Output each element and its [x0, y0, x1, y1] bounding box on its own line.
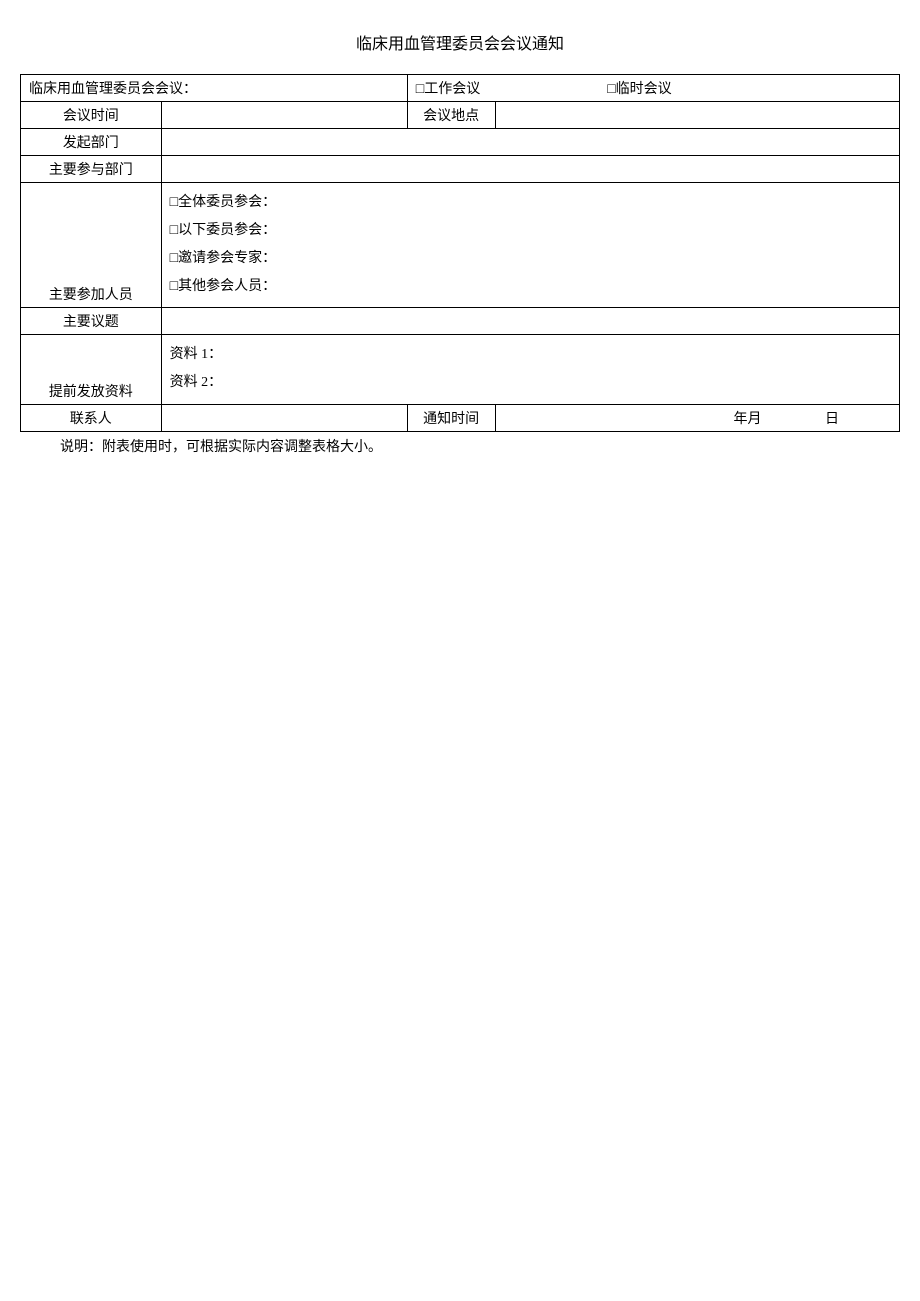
contact-label: 联系人 [21, 405, 162, 432]
main-topics-label: 主要议题 [21, 308, 162, 335]
work-meeting-checkbox: □工作会议 [416, 82, 480, 97]
meeting-type-cell: □工作会议 □临时会议 [407, 75, 899, 102]
meeting-time-value [161, 102, 407, 129]
table-row: 发起部门 [21, 129, 900, 156]
footer-note: 说明：附表使用时，可根据实际内容调整表格大小。 [20, 436, 900, 456]
notice-time-value: 年月 日 [495, 405, 899, 432]
all-members-checkbox: □全体委员参会： [170, 189, 891, 217]
participants-options: □全体委员参会： □以下委员参会： □邀请参会专家： □其他参会人员： [161, 183, 899, 308]
table-row: 会议时间 会议地点 [21, 102, 900, 129]
meeting-location-label: 会议地点 [407, 102, 495, 129]
invited-experts-checkbox: □邀请参会专家： [170, 245, 891, 273]
following-members-checkbox: □以下委员参会： [170, 217, 891, 245]
meeting-location-value [495, 102, 899, 129]
page-title: 临床用血管理委员会会议通知 [20, 30, 900, 54]
materials-label: 提前发放资料 [21, 335, 162, 405]
day-label: 日 [825, 412, 839, 427]
participants-label: 主要参加人员 [21, 183, 162, 308]
sponsor-dept-value [161, 129, 899, 156]
table-row: 联系人 通知时间 年月 日 [21, 405, 900, 432]
notice-time-label: 通知时间 [407, 405, 495, 432]
year-month-label: 年月 [734, 412, 762, 427]
table-row: 主要参与部门 [21, 156, 900, 183]
other-attendees-checkbox: □其他参会人员： [170, 273, 891, 301]
table-row: 主要议题 [21, 308, 900, 335]
main-topics-value [161, 308, 899, 335]
participating-dept-label: 主要参与部门 [21, 156, 162, 183]
sponsor-dept-label: 发起部门 [21, 129, 162, 156]
material-1-label: 资料 1： [170, 341, 891, 369]
contact-value [161, 405, 407, 432]
temp-meeting-checkbox: □临时会议 [607, 82, 671, 97]
participating-dept-value [161, 156, 899, 183]
table-row: 主要参加人员 □全体委员参会： □以下委员参会： □邀请参会专家： □其他参会人… [21, 183, 900, 308]
meeting-notice-table: 临床用血管理委员会会议： □工作会议 □临时会议 会议时间 会议地点 发起部门 … [20, 74, 900, 432]
materials-list: 资料 1： 资料 2： [161, 335, 899, 405]
meeting-time-label: 会议时间 [21, 102, 162, 129]
table-row: 临床用血管理委员会会议： □工作会议 □临时会议 [21, 75, 900, 102]
table-row: 提前发放资料 资料 1： 资料 2： [21, 335, 900, 405]
meeting-header-cell: 临床用血管理委员会会议： [21, 75, 408, 102]
material-2-label: 资料 2： [170, 369, 891, 397]
